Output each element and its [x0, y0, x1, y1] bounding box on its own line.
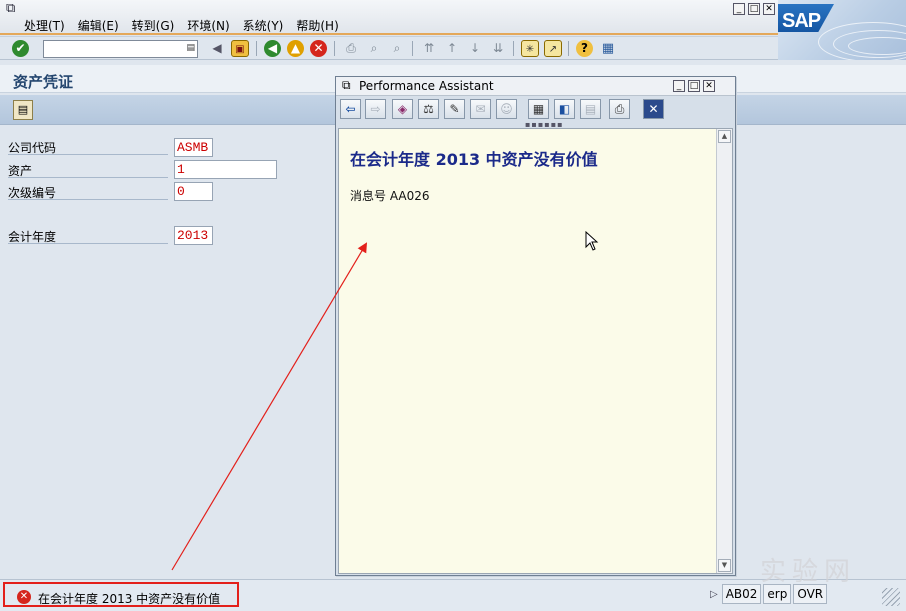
message-icon[interactable]: ✉ — [470, 99, 491, 119]
performance-assistant-title: Performance Assistant — [359, 79, 494, 93]
find-icon[interactable]: ⌕ — [365, 40, 383, 57]
enter-icon[interactable]: ✔ — [12, 40, 29, 57]
performance-assistant-window: ⧉ Performance Assistant _ □ ✕ ⇦ ⇨ ◈ ⚖ ✎ … — [335, 76, 736, 576]
tag-icon[interactable]: ◧ — [554, 99, 575, 119]
sap-logo: SAP — [778, 0, 906, 60]
scroll-up-icon[interactable]: ▲ — [718, 130, 731, 143]
menu-item-help[interactable]: 帮助(H) — [296, 17, 338, 34]
main-menu: 处理(T) 编辑(E) 转到(G) 环境(N) 系统(Y) 帮助(H) — [24, 17, 339, 34]
system-id[interactable]: AB02 — [721, 584, 762, 604]
close-icon[interactable]: ✕ — [703, 80, 715, 92]
print-icon[interactable]: ⎙ — [609, 99, 630, 119]
table-icon[interactable]: ▦ — [528, 99, 549, 119]
next-page-icon[interactable]: ↓ — [466, 40, 484, 57]
input-mode[interactable]: OVR — [793, 584, 828, 604]
scroll-down-icon[interactable]: ▼ — [718, 559, 731, 572]
subnumber-field[interactable]: 0 — [174, 182, 213, 201]
window-menu-icon[interactable]: ⧉ — [342, 79, 351, 92]
help-icon[interactable]: ? — [576, 40, 593, 57]
page-title: 资产凭证 — [13, 73, 74, 91]
performance-assistant-titlebar[interactable]: ⧉ Performance Assistant _ □ ✕ — [336, 77, 735, 96]
error-icon: ✕ — [17, 590, 31, 604]
server-name[interactable]: erp — [763, 584, 792, 604]
minimize-icon[interactable]: _ — [673, 80, 685, 92]
standard-toolbar: ✔ ▤ ◀ ▣ ◀ ▲ ✕ ⎙ ⌕ ⌕ ⇈ ↑ ↓ ⇊ ✳ ↗ ? ▦ — [0, 36, 778, 60]
window-controls: _ □ ✕ — [733, 3, 775, 15]
maximize-icon[interactable]: □ — [748, 3, 760, 15]
menu-item-goto[interactable]: 转到(G) — [132, 17, 175, 34]
fiscal-year-label: 会计年度 — [8, 228, 168, 244]
exit-icon[interactable]: ▲ — [287, 40, 304, 57]
status-bar: ✕ 在会计年度 2013 中资产没有价值 ▷ AB02 erp OVR — [0, 579, 906, 611]
close-icon[interactable]: ✕ — [643, 99, 664, 119]
layout-menu-icon[interactable]: ▦ — [599, 40, 617, 57]
company-code-field[interactable]: ASMB — [174, 138, 213, 157]
asset-field[interactable]: 1 — [174, 160, 277, 179]
technical-info-icon[interactable]: ⚖ — [418, 99, 439, 119]
message-heading: 在会计年度 2013 中资产没有价值 — [350, 150, 598, 169]
menu-item-edit[interactable]: 编辑(E) — [78, 17, 119, 34]
subnumber-label: 次级编号 — [8, 184, 168, 200]
sap-logo-text: SAP — [782, 10, 821, 32]
mouse-cursor-icon — [585, 231, 599, 251]
window-menu-icon[interactable]: ⧉ — [6, 2, 22, 16]
previous-page-icon[interactable]: ↑ — [443, 40, 461, 57]
users-icon[interactable]: ☺ — [496, 99, 517, 119]
message-number: 消息号 AA026 — [350, 189, 430, 203]
command-input[interactable] — [44, 41, 184, 57]
book-icon[interactable]: ◈ — [392, 99, 413, 119]
find-next-icon[interactable]: ⌕ — [388, 40, 406, 57]
status-message-text: 在会计年度 2013 中资产没有价值 — [38, 592, 221, 606]
menu-item-system[interactable]: 系统(Y) — [243, 17, 284, 34]
forward-arrow-icon[interactable]: ⇨ — [365, 99, 386, 119]
create-session-icon[interactable]: ✳ — [521, 40, 539, 57]
fiscal-year-field[interactable]: 2013 — [174, 226, 213, 245]
back-arrow-icon[interactable]: ⇦ — [340, 99, 361, 119]
asset-label: 资产 — [8, 162, 168, 178]
cancel-icon[interactable]: ✕ — [310, 40, 327, 57]
status-message[interactable]: ✕ 在会计年度 2013 中资产没有价值 — [3, 582, 239, 607]
chart-icon[interactable]: ▤ — [13, 100, 33, 120]
back-icon[interactable]: ◀ — [264, 40, 281, 57]
performance-assistant-content: 在会计年度 2013 中资产没有价值 消息号 AA026 ▲ ▼ — [338, 128, 733, 574]
print-icon[interactable]: ⎙ — [342, 40, 360, 57]
close-icon[interactable]: ✕ — [763, 3, 775, 15]
save-icon[interactable]: ▣ — [231, 40, 249, 57]
company-code-label: 公司代码 — [8, 139, 168, 155]
menu-toolbar-divider — [0, 33, 778, 35]
sap-logo-badge: SAP — [778, 4, 834, 32]
last-page-icon[interactable]: ⇊ — [489, 40, 507, 57]
vertical-scrollbar[interactable]: ▲ ▼ — [716, 129, 732, 573]
menu-item-environment[interactable]: 环境(N) — [187, 17, 229, 34]
system-info: ▷ AB02 erp OVR — [708, 584, 828, 604]
command-field[interactable]: ▤ — [43, 40, 198, 58]
first-page-icon[interactable]: ⇈ — [420, 40, 438, 57]
edit-icon[interactable]: ✎ — [444, 99, 465, 119]
collapse-icon[interactable]: ◀ — [208, 40, 226, 57]
resize-grip-icon[interactable] — [882, 588, 900, 606]
menu-bar: ⧉ 处理(T) 编辑(E) 转到(G) 环境(N) 系统(Y) 帮助(H) _ … — [0, 0, 906, 36]
command-history-icon[interactable]: ▤ — [186, 43, 195, 53]
performance-assistant-toolbar: ⇦ ⇨ ◈ ⚖ ✎ ✉ ☺ ▦ ◧ ▤ ⎙ ✕ — [336, 97, 735, 122]
expand-status-icon[interactable]: ▷ — [708, 589, 720, 600]
maximize-icon[interactable]: □ — [688, 80, 700, 92]
shortcut-icon[interactable]: ↗ — [544, 40, 562, 57]
menu-item-process[interactable]: 处理(T) — [24, 17, 65, 34]
pa-window-controls: _ □ ✕ — [673, 80, 715, 92]
bookmark-icon[interactable]: ▤ — [580, 99, 601, 119]
minimize-icon[interactable]: _ — [733, 3, 745, 15]
